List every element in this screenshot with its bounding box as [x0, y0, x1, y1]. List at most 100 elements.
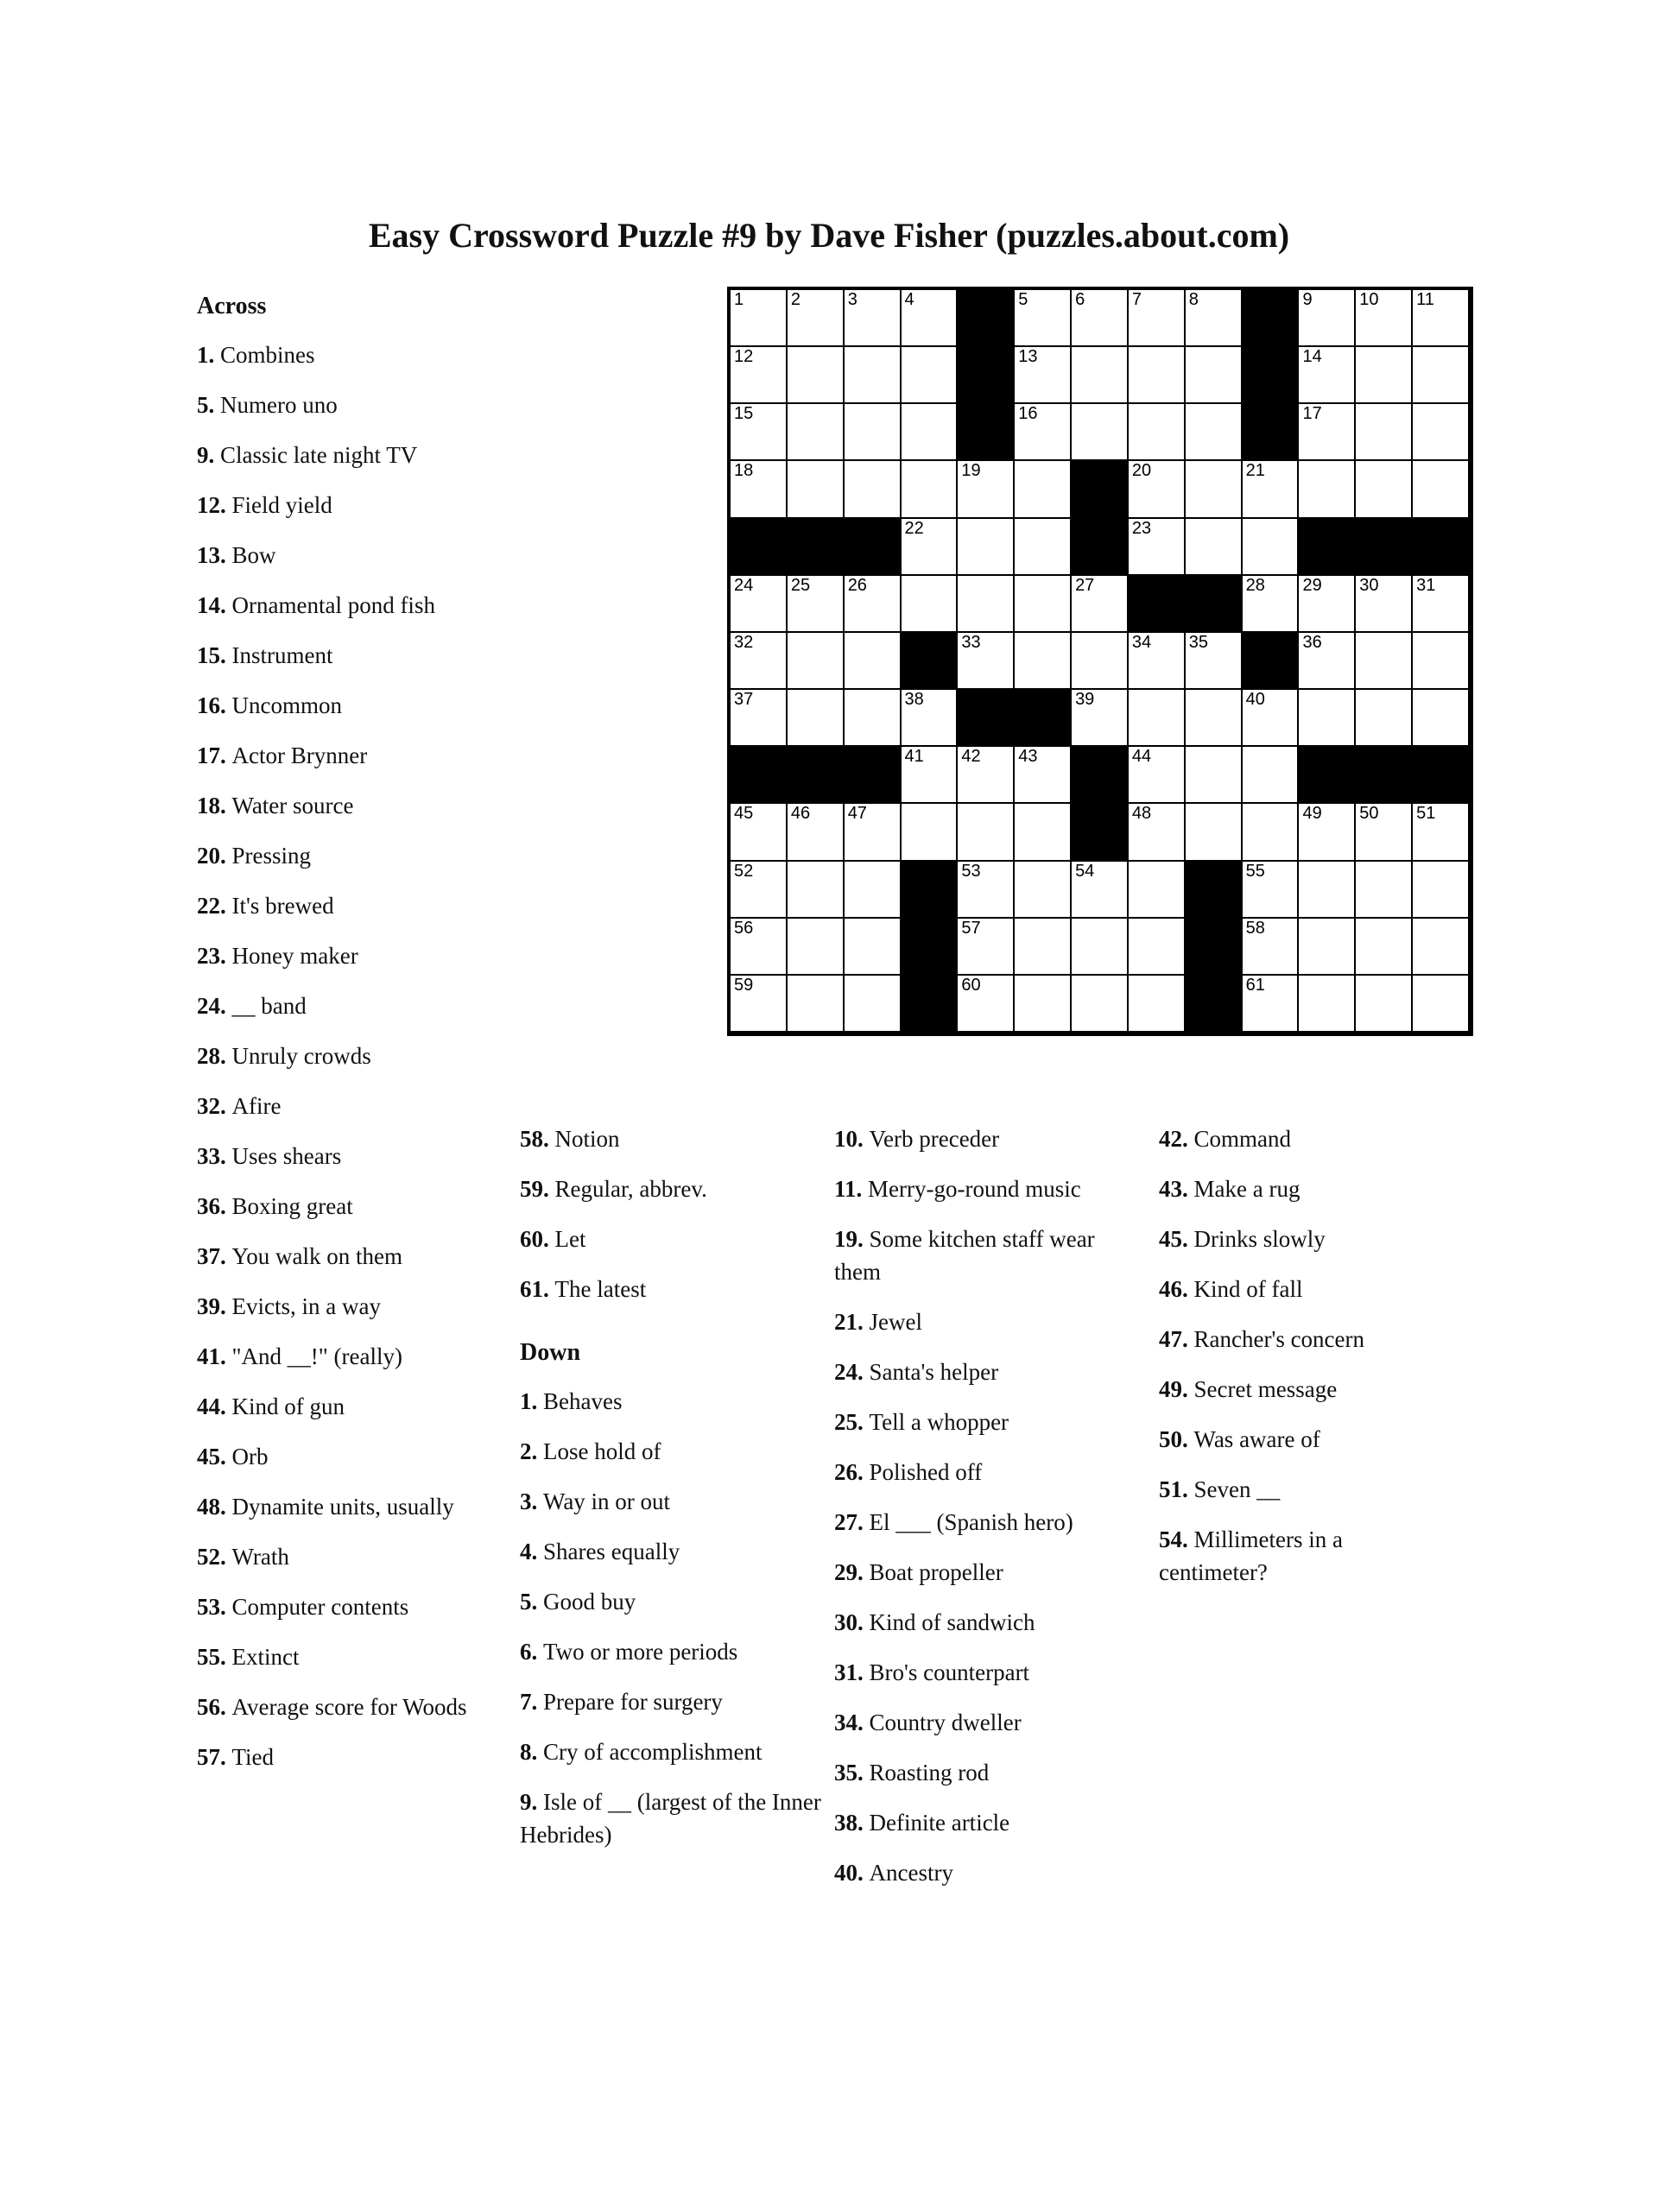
grid-cell[interactable] [787, 347, 845, 405]
grid-cell[interactable] [787, 632, 845, 691]
grid-cell[interactable] [844, 918, 902, 976]
grid-cell[interactable]: 45 [731, 804, 788, 862]
grid-cell[interactable] [1185, 804, 1243, 862]
grid-cell[interactable] [1356, 975, 1414, 1033]
grid-cell[interactable] [901, 575, 959, 633]
grid-cell[interactable]: 35 [1185, 632, 1243, 691]
grid-cell[interactable] [1356, 861, 1414, 919]
grid-cell[interactable] [1242, 747, 1300, 805]
grid-cell[interactable] [787, 461, 845, 519]
grid-cell[interactable]: 57 [958, 918, 1016, 976]
grid-cell[interactable] [844, 690, 902, 748]
grid-cell[interactable]: 50 [1356, 804, 1414, 862]
grid-cell[interactable] [844, 975, 902, 1033]
grid-cell[interactable] [901, 347, 959, 405]
grid-cell[interactable]: 12 [731, 347, 788, 405]
grid-cell[interactable]: 2 [787, 290, 845, 348]
grid-cell[interactable]: 34 [1128, 632, 1186, 691]
grid-cell[interactable] [787, 975, 845, 1033]
grid-cell[interactable]: 46 [787, 804, 845, 862]
grid-cell[interactable]: 32 [731, 632, 788, 691]
grid-cell[interactable]: 28 [1242, 575, 1300, 633]
grid-cell[interactable] [1015, 804, 1073, 862]
grid-cell[interactable]: 19 [958, 461, 1016, 519]
grid-cell[interactable]: 20 [1128, 461, 1186, 519]
grid-cell[interactable] [1185, 461, 1243, 519]
grid-cell[interactable] [1299, 461, 1357, 519]
grid-cell[interactable]: 29 [1299, 575, 1357, 633]
grid-cell[interactable] [844, 861, 902, 919]
grid-cell[interactable]: 8 [1185, 290, 1243, 348]
grid-cell[interactable] [1185, 347, 1243, 405]
grid-cell[interactable]: 14 [1299, 347, 1357, 405]
grid-cell[interactable] [1015, 518, 1073, 576]
grid-cell[interactable] [1413, 918, 1470, 976]
grid-cell[interactable]: 15 [731, 404, 788, 462]
grid-cell[interactable] [1356, 461, 1414, 519]
grid-cell[interactable] [1413, 632, 1470, 691]
grid-cell[interactable]: 7 [1128, 290, 1186, 348]
grid-cell[interactable] [1128, 975, 1186, 1033]
grid-cell[interactable]: 59 [731, 975, 788, 1033]
grid-cell[interactable]: 37 [731, 690, 788, 748]
grid-cell[interactable]: 10 [1356, 290, 1414, 348]
grid-cell[interactable]: 26 [844, 575, 902, 633]
grid-cell[interactable] [1413, 347, 1470, 405]
grid-cell[interactable] [1356, 918, 1414, 976]
grid-cell[interactable]: 52 [731, 861, 788, 919]
grid-cell[interactable]: 49 [1299, 804, 1357, 862]
grid-cell[interactable] [1413, 690, 1470, 748]
grid-cell[interactable] [1128, 861, 1186, 919]
grid-cell[interactable]: 18 [731, 461, 788, 519]
grid-cell[interactable] [844, 461, 902, 519]
grid-cell[interactable]: 58 [1242, 918, 1300, 976]
grid-cell[interactable]: 55 [1242, 861, 1300, 919]
grid-cell[interactable] [1185, 518, 1243, 576]
grid-cell[interactable]: 16 [1015, 404, 1073, 462]
grid-cell[interactable]: 53 [958, 861, 1016, 919]
grid-cell[interactable]: 30 [1356, 575, 1414, 633]
grid-cell[interactable] [958, 575, 1016, 633]
grid-cell[interactable] [1015, 632, 1073, 691]
grid-cell[interactable]: 31 [1413, 575, 1470, 633]
grid-cell[interactable] [1128, 690, 1186, 748]
grid-cell[interactable] [1356, 690, 1414, 748]
grid-cell[interactable]: 13 [1015, 347, 1073, 405]
grid-cell[interactable] [1015, 575, 1073, 633]
grid-cell[interactable]: 39 [1072, 690, 1129, 748]
grid-cell[interactable] [1185, 747, 1243, 805]
grid-cell[interactable]: 9 [1299, 290, 1357, 348]
grid-cell[interactable]: 44 [1128, 747, 1186, 805]
grid-cell[interactable]: 1 [731, 290, 788, 348]
grid-cell[interactable] [1299, 690, 1357, 748]
grid-cell[interactable] [1413, 975, 1470, 1033]
grid-cell[interactable]: 24 [731, 575, 788, 633]
grid-cell[interactable] [787, 690, 845, 748]
grid-cell[interactable]: 27 [1072, 575, 1129, 633]
grid-cell[interactable] [1356, 632, 1414, 691]
grid-cell[interactable]: 51 [1413, 804, 1470, 862]
grid-cell[interactable] [901, 461, 959, 519]
grid-cell[interactable] [787, 918, 845, 976]
grid-cell[interactable] [1356, 404, 1414, 462]
grid-cell[interactable] [1185, 690, 1243, 748]
grid-cell[interactable]: 33 [958, 632, 1016, 691]
grid-cell[interactable]: 43 [1015, 747, 1073, 805]
grid-cell[interactable] [1413, 404, 1470, 462]
grid-cell[interactable] [1299, 975, 1357, 1033]
grid-cell[interactable]: 6 [1072, 290, 1129, 348]
grid-cell[interactable]: 21 [1242, 461, 1300, 519]
grid-cell[interactable]: 56 [731, 918, 788, 976]
grid-cell[interactable]: 61 [1242, 975, 1300, 1033]
grid-cell[interactable]: 22 [901, 518, 959, 576]
grid-cell[interactable]: 40 [1242, 690, 1300, 748]
grid-cell[interactable] [1413, 861, 1470, 919]
grid-cell[interactable]: 48 [1128, 804, 1186, 862]
grid-cell[interactable] [1015, 461, 1073, 519]
grid-cell[interactable] [1128, 347, 1186, 405]
grid-cell[interactable] [1242, 518, 1300, 576]
grid-cell[interactable]: 54 [1072, 861, 1129, 919]
grid-cell[interactable] [844, 347, 902, 405]
grid-cell[interactable] [1185, 404, 1243, 462]
grid-cell[interactable] [1072, 632, 1129, 691]
